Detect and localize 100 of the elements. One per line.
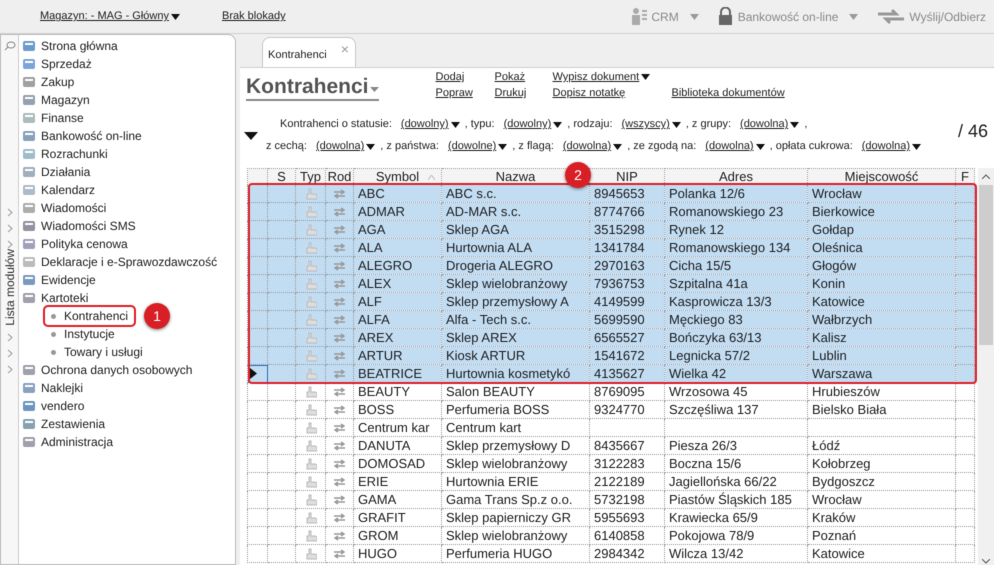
- module-icon: [21, 290, 37, 306]
- table-cell: Perfumeria HUGO: [442, 544, 590, 562]
- caret-icon: [849, 14, 858, 20]
- submodule-item[interactable]: Towary i usługi: [64, 343, 143, 361]
- arrows-icon: [333, 458, 346, 468]
- hand-icon: [304, 242, 316, 254]
- action-link[interactable]: Drukuj: [494, 86, 526, 100]
- module-item[interactable]: Sprzedaż: [41, 55, 92, 73]
- module-item[interactable]: Polityka cenowa: [41, 235, 128, 253]
- callout-badge: 2: [565, 162, 591, 188]
- module-icon: [21, 38, 37, 54]
- document-tab[interactable]: Kontrahenci ×: [262, 37, 356, 67]
- table-cell: Wilcza 13/42: [664, 544, 808, 562]
- view-title-dropdown[interactable]: Kontrahenci: [246, 75, 379, 101]
- hand-icon: [304, 458, 316, 470]
- module-item[interactable]: Rozrachunki: [41, 145, 108, 163]
- column-header[interactable]: Rod: [328, 168, 352, 184]
- arrows-icon: [333, 422, 346, 432]
- filter-dropdown[interactable]: (dowolna): [740, 116, 800, 133]
- module-item[interactable]: Deklaracje i e-Sprawozdawczość: [41, 253, 218, 271]
- module-item[interactable]: Kartoteki: [41, 289, 88, 307]
- filter-dropdown[interactable]: (dowolna): [705, 138, 765, 155]
- filter-label: ,: [804, 117, 808, 132]
- filter-dropdown[interactable]: (dowolna): [316, 138, 376, 155]
- hand-icon: [304, 224, 316, 236]
- arrows-icon: [333, 224, 346, 234]
- scroll-up-icon: [982, 174, 990, 179]
- filter-dropdown[interactable]: (dowolny): [504, 116, 562, 133]
- hand-icon: [304, 530, 316, 542]
- submodule-item[interactable]: Instytucje: [64, 325, 115, 343]
- filter-label: , ze zgodą na:: [627, 139, 696, 154]
- module-icon: [21, 110, 37, 126]
- module-item[interactable]: Naklejki: [41, 379, 84, 397]
- action-link[interactable]: Wypisz dokument: [552, 70, 650, 84]
- module-item[interactable]: Działania: [41, 163, 90, 181]
- module-item[interactable]: Finanse: [41, 109, 84, 127]
- submodule-item[interactable]: Kontrahenci: [64, 307, 128, 325]
- module-item[interactable]: Ewidencje: [41, 271, 96, 289]
- filter-label: z cechą:: [266, 139, 307, 154]
- action-link[interactable]: Biblioteka dokumentów: [672, 86, 785, 100]
- table-cell: Katowice: [808, 544, 956, 562]
- module-item[interactable]: Kalendarz: [41, 181, 96, 199]
- action-link[interactable]: Dopisz notatkę: [552, 86, 626, 100]
- module-icon: [21, 92, 37, 108]
- column-header[interactable]: Nazwa: [496, 168, 536, 184]
- caret-icon: [366, 144, 376, 150]
- module-item[interactable]: vendero: [41, 397, 84, 415]
- action-link[interactable]: Dodaj: [436, 70, 464, 84]
- arrows-icon: [333, 476, 346, 486]
- filter-dropdown[interactable]: (dowolne): [448, 138, 508, 155]
- arrows-icon: [333, 512, 346, 522]
- module-icon: [21, 380, 37, 396]
- caret-icon: [450, 122, 460, 128]
- filter-dropdown[interactable]: (dowolny): [400, 116, 460, 133]
- module-item[interactable]: Zakup: [41, 73, 74, 91]
- caret-icon: [170, 14, 180, 20]
- hand-icon: [304, 548, 316, 560]
- module-icon: [21, 56, 37, 72]
- warehouse-dropdown[interactable]: Magazyn: - MAG - Główny: [40, 8, 180, 25]
- lock-link[interactable]: Brak blokady: [222, 8, 286, 25]
- hand-icon: [304, 332, 316, 344]
- filter-dropdown[interactable]: (dowolna): [562, 138, 622, 155]
- filter-dropdown[interactable]: (wszyscy): [622, 116, 681, 133]
- caret-icon: [690, 14, 699, 20]
- module-item[interactable]: Ochrona danych osobowych: [41, 361, 192, 379]
- person-icon: [630, 7, 648, 26]
- hand-icon: [304, 296, 316, 308]
- module-item[interactable]: Magazyn: [41, 91, 90, 109]
- module-icon: [21, 128, 37, 144]
- module-icon: [21, 74, 37, 90]
- scrollbar-thumb[interactable]: [979, 185, 993, 345]
- module-item[interactable]: Bankowość on-line: [41, 127, 142, 145]
- bullet-icon: [51, 314, 56, 318]
- module-item[interactable]: Zestawienia: [41, 415, 106, 433]
- module-item[interactable]: Strona główna: [41, 37, 118, 55]
- hand-icon: [304, 260, 316, 272]
- caret-icon: [912, 144, 922, 150]
- hand-icon: [304, 440, 316, 452]
- caret-icon: [641, 74, 650, 80]
- hand-icon: [304, 512, 316, 524]
- hand-icon: [304, 494, 316, 506]
- module-item[interactable]: Wiadomości SMS: [41, 217, 136, 235]
- arrows-icon: [333, 386, 346, 396]
- sort-icon: [428, 175, 435, 180]
- padlock-icon: [716, 7, 735, 26]
- arrows-icon: [333, 242, 346, 252]
- arrows-icon: [333, 404, 346, 414]
- collapse-arrow-icon: [244, 132, 258, 140]
- hand-icon: [304, 386, 316, 398]
- arrows-icon: [333, 260, 346, 270]
- module-item[interactable]: Administracja: [41, 433, 114, 451]
- action-link[interactable]: Popraw: [436, 86, 473, 100]
- arrows-icon: [333, 188, 346, 198]
- arrows-icon: [333, 350, 346, 360]
- module-icon: [21, 254, 37, 270]
- module-item[interactable]: Wiadomości: [41, 199, 106, 217]
- caret-icon: [498, 144, 508, 150]
- filter-dropdown[interactable]: (dowolna): [862, 138, 922, 155]
- action-link[interactable]: Pokaż: [494, 70, 526, 84]
- filter-label: , typu:: [464, 117, 495, 132]
